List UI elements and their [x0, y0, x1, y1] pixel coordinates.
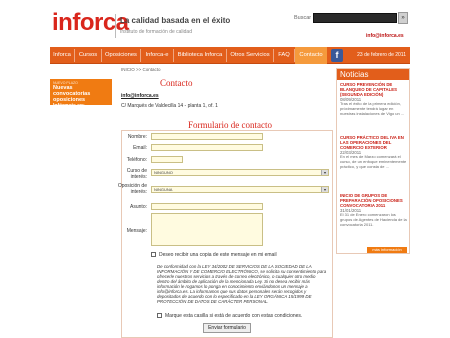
subject-field[interactable]	[151, 203, 263, 210]
phone-label: Teléfono:	[126, 157, 147, 163]
subtagline: Instituto de formación de calidad	[120, 29, 192, 35]
chevron-down-icon: ▾	[321, 170, 328, 175]
news-text: En el mes de Marzo comenzará el curso, d…	[340, 154, 407, 169]
nav-item-contacto[interactable]: Contacto	[295, 47, 327, 64]
course-select-value: NINGUNO	[154, 170, 173, 175]
email-field[interactable]	[151, 144, 263, 151]
contact-email-link[interactable]: info@inforca.es	[121, 93, 159, 99]
current-date: 23 de febrero de 2011	[357, 52, 406, 58]
nav-item-faq[interactable]: FAQ	[274, 47, 294, 64]
oposicion-select[interactable]: NINGUNA ▾	[151, 186, 329, 193]
news-text: Tras el éxito de la primera edición, pró…	[340, 101, 405, 116]
form-title: Formulario de contacto	[188, 120, 272, 130]
oposicion-label: Oposición de interés:	[117, 183, 147, 195]
promo-banner[interactable]: NUEVO PLAZO Nuevas convocatorias oposici…	[50, 79, 112, 115]
accept-checkbox-label: Marque esta casilla si está de acuerdo c…	[165, 313, 303, 319]
course-label: Curso de interés:	[126, 168, 147, 180]
facebook-icon[interactable]: f	[331, 49, 343, 62]
nav-item-biblioteca[interactable]: Biblioteca Inforca	[174, 47, 226, 64]
news-text: El 31 de Enero comenzaron los grupos de …	[340, 212, 407, 227]
tagline: La calidad basada en el éxito	[120, 16, 231, 25]
more-info-button[interactable]: más información	[367, 247, 407, 253]
course-select[interactable]: NINGUNO ▾	[151, 169, 329, 176]
message-textarea[interactable]	[151, 213, 263, 246]
header: inforca La calidad basada en el éxito In…	[50, 8, 410, 44]
news-sidebar-title: Noticias	[337, 69, 409, 80]
chevron-down-icon: ▾	[321, 187, 328, 192]
news-item[interactable]: CURSO PREVENCIÓN DE BLANQUEO DE CAPITALE…	[340, 82, 408, 117]
message-label: Mensaje:	[126, 228, 147, 234]
oposicion-select-value: NINGUNA	[154, 187, 173, 192]
news-title[interactable]: CURSO PREVENCIÓN DE BLANQUEO DE CAPITALE…	[340, 82, 408, 97]
header-email-link[interactable]: info@inforca.es	[366, 33, 404, 39]
search-button[interactable]: »	[398, 12, 408, 24]
news-item[interactable]: INICIO DE GRUPOS DE PREPARACIÓN OPOSICIO…	[340, 193, 408, 228]
news-sidebar: Noticias CURSO PREVENCIÓN DE BLANQUEO DE…	[336, 68, 410, 254]
main-nav: Inforca Cursos Oposiciones Inforca-e Bib…	[50, 47, 410, 64]
page: inforca La calidad basada en el éxito In…	[0, 0, 450, 338]
nav-item-cursos[interactable]: Cursos	[75, 47, 101, 64]
promo-info-email: info@inforca.es	[53, 109, 88, 115]
breadcrumb[interactable]: INICIO >> Contacto	[121, 67, 161, 72]
promo-info: Infórmate en: info@inforca.es	[53, 103, 109, 115]
logo[interactable]: inforca	[52, 10, 129, 36]
legal-notice: De conformidad con la LEY 34/2002 DE SER…	[157, 264, 327, 304]
search-label: Buscar	[294, 15, 312, 21]
logo-divider	[115, 14, 116, 38]
email-label: Email:	[133, 145, 147, 151]
news-item[interactable]: CURSO PRÁCTICO DEL IVA EN LAS OPERACIONE…	[340, 135, 408, 170]
news-title[interactable]: INICIO DE GRUPOS DE PREPARACIÓN OPOSICIO…	[340, 193, 408, 208]
subject-label: Asunto:	[130, 204, 147, 210]
copy-checkbox-label: Deseo recibir una copia de este mensaje …	[159, 252, 277, 258]
copy-checkbox[interactable]	[151, 252, 156, 257]
promo-title: Nuevas convocatorias oposiciones	[53, 85, 91, 103]
nav-item-otros-servicios[interactable]: Otros Servicios	[227, 47, 273, 64]
nav-item-inforca-e[interactable]: Inforca-e	[141, 47, 173, 64]
name-field[interactable]	[151, 133, 263, 140]
contact-address: C/ Marqués de Valdecilla 14 - planta 1, …	[121, 103, 218, 109]
submit-button[interactable]: Enviar formulario	[203, 323, 251, 333]
accept-checkbox[interactable]	[157, 313, 162, 318]
news-title[interactable]: CURSO PRÁCTICO DEL IVA EN LAS OPERACIONE…	[340, 135, 408, 150]
name-label: Nombre:	[127, 134, 147, 140]
nav-item-inforca[interactable]: Inforca	[50, 47, 74, 64]
phone-field[interactable]	[151, 156, 183, 163]
page-title: Contacto	[160, 78, 193, 88]
search-input[interactable]	[313, 13, 397, 23]
nav-item-oposiciones[interactable]: Oposiciones	[102, 47, 140, 64]
